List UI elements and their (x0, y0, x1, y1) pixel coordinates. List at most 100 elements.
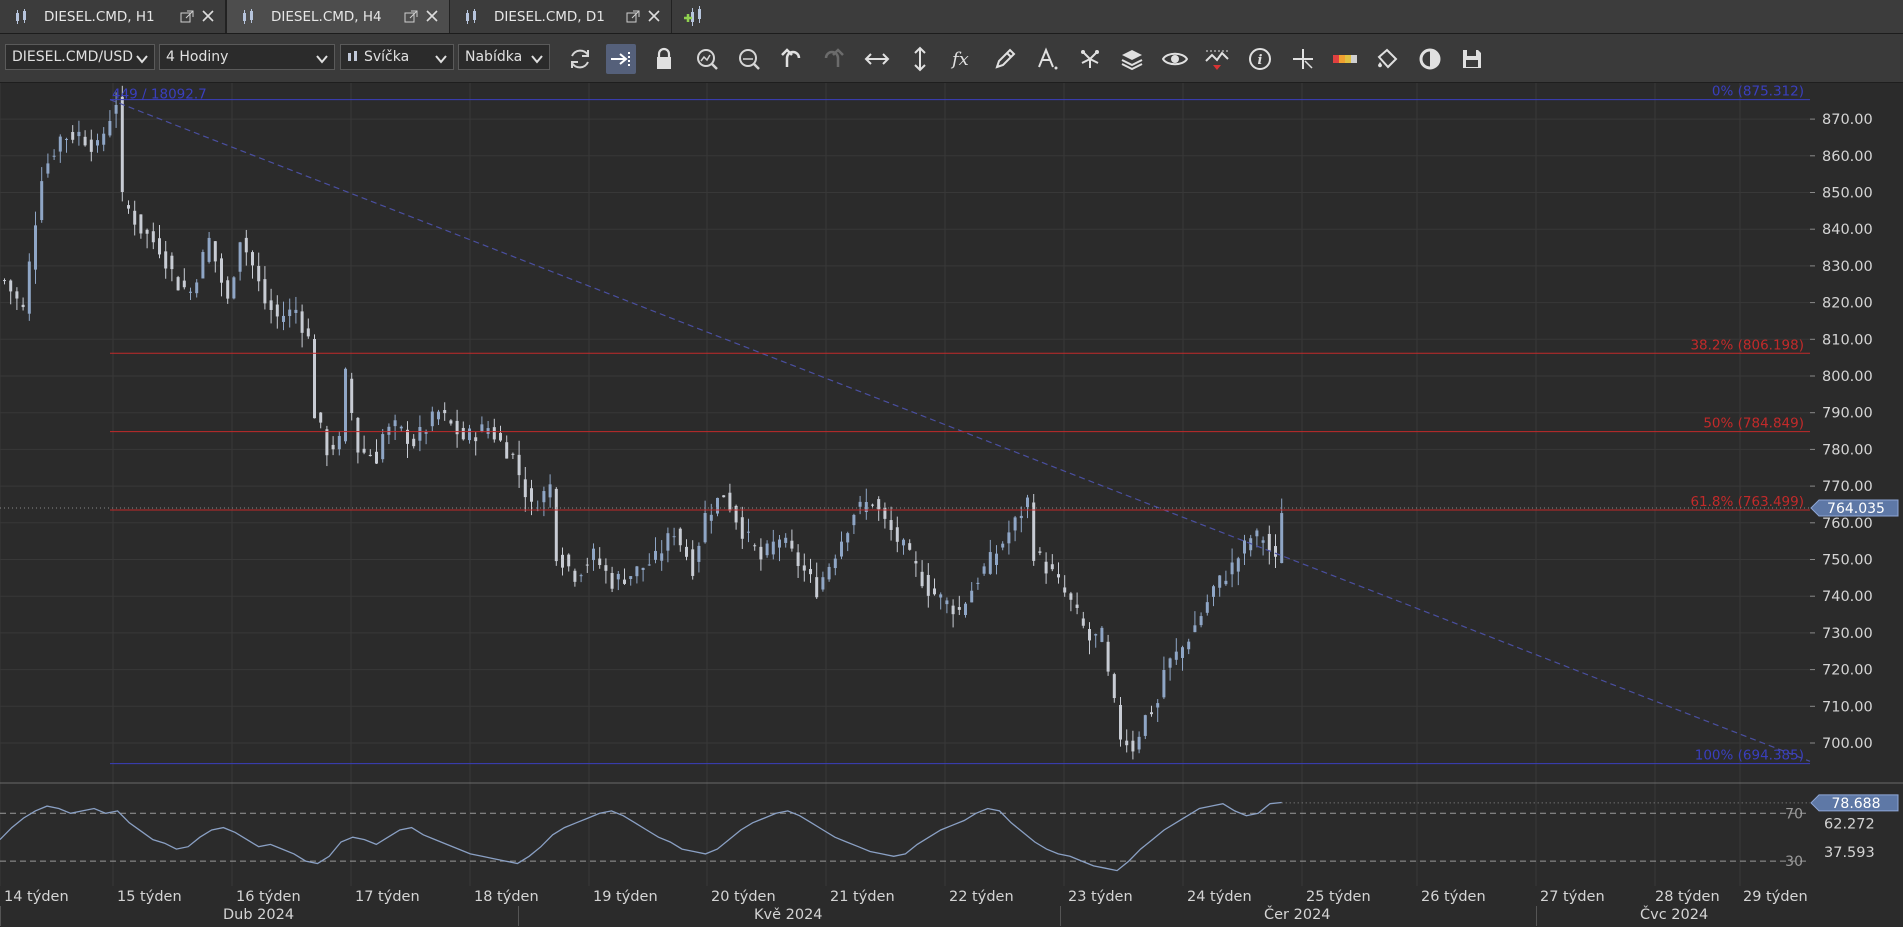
price-tick-label: 740.00 (1822, 589, 1873, 605)
lock-icon[interactable] (649, 44, 679, 74)
info-icon[interactable]: i (1245, 44, 1275, 74)
close-icon[interactable] (201, 9, 215, 27)
refresh-icon[interactable] (565, 44, 595, 74)
candle-body (480, 424, 484, 432)
zoom-in-icon[interactable] (692, 44, 722, 74)
candle-body (133, 210, 137, 225)
redo-icon[interactable] (819, 44, 849, 74)
svg-text:fx: fx (950, 49, 969, 70)
indicator-fx-icon[interactable]: fx (948, 44, 978, 74)
price-side-select[interactable]: Nabídka (458, 44, 550, 70)
candle-body (889, 520, 893, 530)
candle-body (176, 277, 180, 291)
popout-icon[interactable] (180, 10, 194, 28)
instrument-select[interactable]: DIESEL.CMD/USD (5, 44, 155, 70)
fib-level-label: 0% (875.312) (1712, 84, 1804, 100)
price-tick-label: 710.00 (1822, 699, 1873, 715)
candle-body (83, 136, 87, 146)
candle-body (1125, 740, 1129, 746)
candle-body (331, 444, 335, 450)
candle-body (1050, 564, 1054, 570)
alert-icon[interactable] (1202, 44, 1232, 74)
period-select[interactable]: 4 Hodiny (159, 44, 335, 70)
rsi-level-label: 70 (1785, 806, 1803, 822)
pencil-icon[interactable] (990, 44, 1020, 74)
candle-body (511, 453, 515, 455)
paint-bucket-icon[interactable] (1372, 44, 1402, 74)
candle-body (1032, 502, 1036, 561)
week-label: 29 týden (1743, 889, 1808, 905)
candle-body (964, 603, 967, 616)
chart-type-select[interactable]: Svíčka (340, 44, 454, 70)
candle-body (362, 448, 366, 453)
week-label: 14 týden (4, 889, 69, 905)
chevron-down-icon (316, 52, 328, 68)
candle-body (1057, 574, 1060, 578)
price-tick-label: 770.00 (1822, 479, 1873, 495)
fib-level-label: 61.8% (763.499) (1690, 494, 1804, 510)
popout-icon[interactable] (404, 10, 418, 28)
horizontal-scale-icon[interactable] (862, 44, 892, 74)
candle-body (46, 163, 50, 174)
popout-icon[interactable] (626, 10, 640, 28)
candle-body (251, 252, 254, 266)
save-icon[interactable] (1457, 44, 1487, 74)
tab-diesel-h4[interactable]: DIESEL.CMD, H4 (226, 0, 450, 33)
chevron-down-icon (531, 52, 543, 68)
price-chart[interactable]: 870.00 860.00 850.00 840.00 830.00 820.00 810.… (0, 83, 1903, 887)
chart-area[interactable]: 870.00 860.00 850.00 840.00 830.00 820.00 810.… (0, 83, 1903, 887)
candle-body (561, 554, 564, 568)
price-tick-label: 850.00 (1822, 186, 1873, 202)
candle-body (499, 432, 502, 441)
week-label: 20 týden (711, 889, 776, 905)
color-scheme-icon[interactable] (1330, 44, 1360, 74)
candle-body (213, 241, 217, 262)
week-label: 25 týden (1306, 889, 1371, 905)
candle-body (1013, 517, 1017, 531)
month-separator (1060, 906, 1061, 926)
candle-body (1019, 515, 1023, 519)
candle-body (902, 539, 905, 546)
chart-type-value: Svíčka (364, 49, 410, 65)
close-icon[interactable] (647, 9, 661, 27)
price-tick-label: 800.00 (1822, 369, 1873, 385)
undo-icon[interactable] (776, 44, 806, 74)
candle-body (939, 594, 943, 598)
candle-body (784, 537, 788, 543)
week-label: 21 týden (830, 889, 895, 905)
candle-body (15, 291, 19, 299)
candle-body (883, 507, 887, 519)
add-chart-icon[interactable] (683, 6, 707, 32)
zoom-out-icon[interactable] (734, 44, 764, 74)
fib-level-label: 50% (784.849) (1703, 416, 1804, 432)
crosshair-icon[interactable] (1288, 44, 1318, 74)
theme-icon[interactable] (1415, 44, 1445, 74)
candle-body (623, 579, 626, 584)
layers-icon[interactable] (1117, 44, 1147, 74)
tab-diesel-h1[interactable]: DIESEL.CMD, H1 (0, 0, 226, 33)
candle-body (951, 605, 955, 615)
vertical-scale-icon[interactable] (905, 44, 935, 74)
candle-body (1274, 546, 1277, 557)
eye-icon[interactable] (1160, 44, 1190, 74)
candle-body (244, 237, 248, 253)
fib-level-label: 38.2% (806.198) (1690, 337, 1804, 353)
candle-body (598, 558, 602, 566)
price-tick-label: 750.00 (1822, 553, 1873, 569)
candle-body (238, 242, 242, 272)
candle-body (139, 214, 143, 234)
candle-body (1150, 712, 1153, 715)
close-icon[interactable] (425, 9, 439, 27)
candle-body (629, 576, 633, 580)
text-tool-icon[interactable] (1032, 44, 1062, 74)
week-label: 18 týden (474, 889, 539, 905)
pattern-icon[interactable] (1075, 44, 1105, 74)
autoscroll-icon[interactable] (606, 44, 636, 74)
candle-body (1038, 551, 1042, 553)
candle-body (449, 420, 453, 424)
tab-diesel-d1[interactable]: DIESEL.CMD, D1 (450, 0, 672, 33)
candle-body (1162, 670, 1166, 698)
candle-body (263, 279, 267, 304)
candle-body (945, 600, 949, 605)
candle-body (778, 539, 781, 548)
